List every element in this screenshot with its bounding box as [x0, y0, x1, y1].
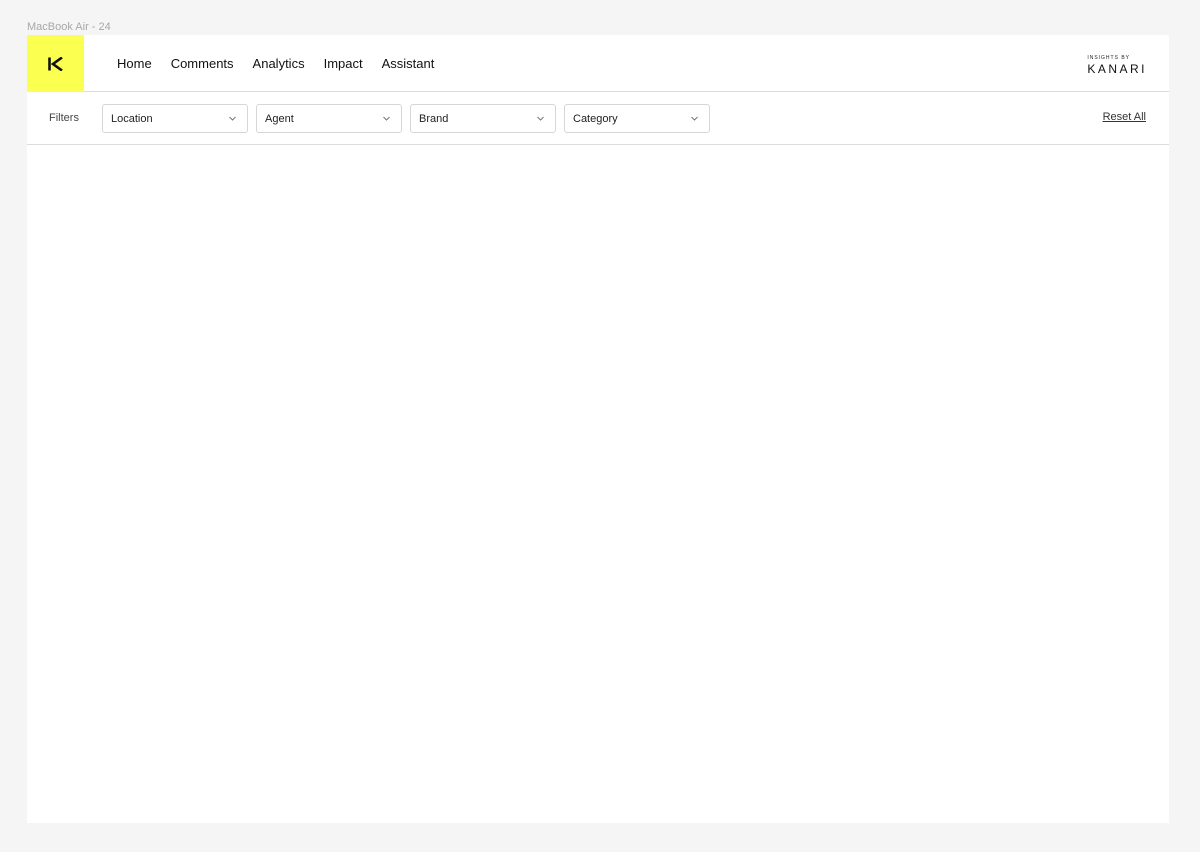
nav-item-comments[interactable]: Comments [171, 56, 234, 71]
brand-select[interactable]: Brand [410, 104, 556, 133]
frame-label: MacBook Air - 24 [27, 21, 111, 33]
brand-select-label: Brand [419, 113, 449, 125]
agent-select-label: Agent [265, 113, 294, 125]
top-navigation-bar: Home Comments Analytics Impact Assistant… [27, 35, 1169, 92]
main-content-area [27, 146, 1169, 823]
agent-select[interactable]: Agent [256, 104, 402, 133]
location-select-label: Location [111, 113, 153, 125]
nav-item-impact[interactable]: Impact [324, 56, 363, 71]
filters-label: Filters [49, 112, 79, 124]
main-nav: Home Comments Analytics Impact Assistant [117, 35, 453, 92]
chevron-down-icon [383, 116, 390, 121]
location-select[interactable]: Location [102, 104, 248, 133]
brand-name: KANARI [1087, 62, 1147, 76]
chevron-down-icon [229, 116, 236, 121]
brand-tagline: INSIGHTS BY [1087, 55, 1130, 61]
nav-item-assistant[interactable]: Assistant [382, 56, 435, 71]
app-window: Home Comments Analytics Impact Assistant… [27, 35, 1169, 823]
kanari-k-logo-icon [47, 56, 63, 71]
chevron-down-icon [691, 116, 698, 121]
brand-wordmark: INSIGHTS BY KANARI [1087, 55, 1147, 76]
nav-item-home[interactable]: Home [117, 56, 152, 71]
category-select-label: Category [573, 113, 618, 125]
nav-item-analytics[interactable]: Analytics [253, 56, 305, 71]
logo[interactable] [27, 35, 84, 92]
reset-all-button[interactable]: Reset All [1103, 111, 1146, 123]
filter-bar: Filters Location Agent Brand Category Re… [27, 92, 1169, 145]
category-select[interactable]: Category [564, 104, 710, 133]
chevron-down-icon [537, 116, 544, 121]
